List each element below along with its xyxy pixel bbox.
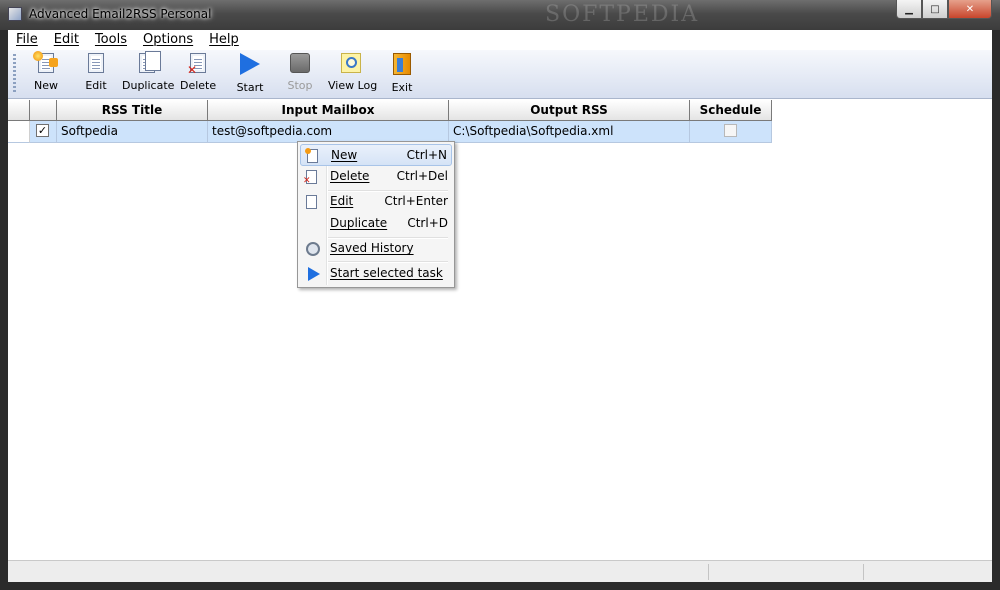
rss-title-cell[interactable]: Softpedia (57, 121, 208, 143)
duplicate-button[interactable]: Duplicate (122, 51, 175, 97)
context-duplicate-shortcut: Ctrl+D (407, 216, 448, 230)
schedule-checkbox[interactable] (724, 124, 737, 137)
context-new-shortcut: Ctrl+N (406, 148, 447, 162)
output-rss-cell[interactable]: C:\Softpedia\Softpedia.xml (449, 121, 690, 143)
context-edit-label: Edit (330, 194, 354, 208)
view-log-button[interactable]: View Log (328, 53, 378, 97)
table-row[interactable]: ✓ Softpedia test@softpedia.com C:\Softpe… (8, 121, 772, 143)
header-rss-title[interactable]: RSS Title (57, 100, 208, 121)
menu-edit[interactable]: Edit (46, 30, 87, 50)
context-start-selected[interactable]: Start selected task (300, 263, 452, 285)
start-button[interactable]: Start (234, 53, 266, 97)
duplicate-label: Duplicate (122, 79, 175, 92)
view-log-label: View Log (328, 79, 378, 92)
status-separator (708, 564, 709, 580)
toolbar: New Edit Duplicate ✕ Delete Start Stop V… (8, 50, 992, 99)
edit-button[interactable]: Edit (80, 53, 112, 97)
new-icon (33, 51, 58, 73)
start-icon (308, 267, 320, 281)
enabled-checkbox[interactable]: ✓ (36, 124, 49, 137)
new-label: New (34, 79, 58, 92)
title-bar[interactable]: Advanced Email2RSS Personal SOFTPEDIA ▁ … (0, 0, 1000, 30)
play-icon (240, 53, 260, 75)
history-icon (306, 242, 320, 256)
grid-header: RSS Title Input Mailbox Output RSS Sched… (8, 100, 772, 121)
header-enabled[interactable] (30, 100, 57, 121)
watermark: SOFTPEDIA (545, 2, 700, 27)
context-saved-history[interactable]: Saved History (300, 238, 452, 260)
exit-door-icon (393, 53, 411, 75)
header-output-rss[interactable]: Output RSS (449, 100, 690, 121)
client-area: File Edit Tools Options Help New Edit Du… (8, 30, 992, 582)
menu-file[interactable]: File (8, 30, 46, 50)
context-saved-history-label: Saved History (330, 241, 414, 255)
context-delete[interactable]: Delete Ctrl+Del (300, 166, 452, 188)
input-mailbox-cell[interactable]: test@softpedia.com (208, 121, 449, 143)
status-separator (863, 564, 864, 580)
toolbar-grip[interactable] (13, 54, 16, 94)
window-controls: ▁ □ ✕ (896, 0, 992, 20)
delete-doc-icon (303, 170, 317, 186)
context-edit-shortcut: Ctrl+Enter (384, 194, 448, 208)
menu-options[interactable]: Options (135, 30, 201, 50)
start-label: Start (236, 81, 264, 94)
context-menu: New Ctrl+N Delete Ctrl+Del Edit Ctrl+Ent… (297, 141, 455, 288)
schedule-cell[interactable] (690, 121, 772, 143)
stop-button[interactable]: Stop (284, 53, 316, 97)
maximize-button[interactable]: □ (922, 0, 948, 19)
close-button[interactable]: ✕ (948, 0, 992, 19)
app-window: Advanced Email2RSS Personal SOFTPEDIA ▁ … (0, 0, 1000, 590)
edit-label: Edit (85, 79, 107, 92)
stop-icon (290, 53, 310, 73)
context-start-selected-label: Start selected task (330, 266, 443, 280)
magnifier-icon (341, 53, 361, 73)
delete-button[interactable]: ✕ Delete (180, 53, 216, 97)
context-new-label: New (331, 148, 358, 162)
app-icon[interactable] (8, 7, 22, 21)
enabled-cell[interactable]: ✓ (30, 121, 57, 143)
context-new[interactable]: New Ctrl+N (300, 144, 452, 166)
menu-separator (328, 261, 448, 262)
new-button[interactable]: New (30, 51, 62, 97)
header-input-mailbox[interactable]: Input Mailbox (208, 100, 449, 121)
context-duplicate[interactable]: Duplicate Ctrl+D (300, 213, 452, 235)
exit-label: Exit (391, 81, 413, 94)
menu-bar: File Edit Tools Options Help (8, 30, 992, 50)
edit-doc-icon (306, 195, 317, 209)
header-schedule[interactable]: Schedule (690, 100, 772, 121)
header-spacer (8, 100, 30, 121)
tasks-grid[interactable]: RSS Title Input Mailbox Output RSS Sched… (8, 100, 992, 560)
context-delete-label: Delete (330, 169, 370, 183)
new-doc-icon (305, 148, 318, 163)
window-title: Advanced Email2RSS Personal (29, 7, 212, 21)
row-indicator (8, 121, 30, 143)
exit-button[interactable]: Exit (386, 53, 418, 97)
context-delete-shortcut: Ctrl+Del (396, 169, 448, 183)
stop-label: Stop (287, 79, 313, 92)
edit-icon (88, 53, 104, 73)
minimize-button[interactable]: ▁ (896, 0, 922, 19)
delete-label: Delete (180, 79, 217, 92)
context-duplicate-label: Duplicate (330, 216, 388, 230)
duplicate-icon (139, 51, 161, 73)
menu-tools[interactable]: Tools (87, 30, 135, 50)
context-edit[interactable]: Edit Ctrl+Enter (300, 191, 452, 213)
menu-help[interactable]: Help (201, 30, 247, 50)
status-bar (8, 560, 992, 582)
delete-icon: ✕ (187, 53, 206, 76)
